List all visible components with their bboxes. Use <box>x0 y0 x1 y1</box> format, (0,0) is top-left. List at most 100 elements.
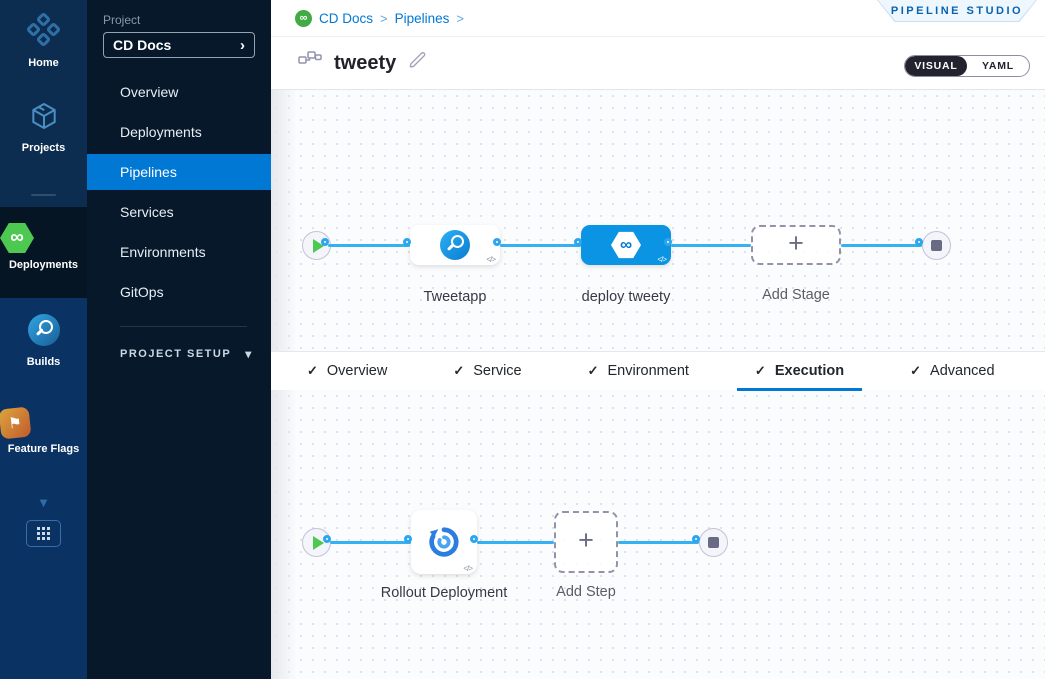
deploy-stage-icon: ∞ <box>611 231 641 259</box>
tab-advanced[interactable]: ✓ Advanced <box>904 352 1000 391</box>
connection-point[interactable] <box>404 535 412 543</box>
sidebar-divider <box>120 326 247 327</box>
pipeline-studio-badge: PIPELINE STUDIO <box>878 0 1036 21</box>
project-sidebar: Project CD Docs › Overview Deployments P… <box>87 0 271 679</box>
module-label: Deployments <box>0 259 87 271</box>
tab-label: Advanced <box>930 363 995 379</box>
sidebar-item-deployments[interactable]: Deployments <box>87 112 271 152</box>
build-stage-icon <box>440 230 470 260</box>
chevron-right-icon: › <box>240 37 245 54</box>
check-icon: ✓ <box>755 363 766 379</box>
connector-line <box>477 541 554 544</box>
connection-point[interactable] <box>574 238 582 246</box>
view-toggle: VISUAL YAML <box>904 55 1030 77</box>
connection-point[interactable] <box>403 238 411 246</box>
stage-label: deploy tweety <box>561 287 691 308</box>
main-area: ∞ CD Docs > Pipelines > PIPELINE STUDIO … <box>271 0 1045 679</box>
edit-pencil-icon[interactable] <box>408 51 427 75</box>
module-label: Feature Flags <box>0 443 87 455</box>
tab-service[interactable]: ✓ Service <box>447 352 527 391</box>
pipeline-name: tweety <box>334 52 396 75</box>
code-icon: </> <box>486 255 495 264</box>
end-node <box>922 231 951 260</box>
stage-node-tweetapp[interactable]: </> <box>410 225 500 265</box>
connection-point[interactable] <box>470 535 478 543</box>
deployments-icon: ∞ <box>0 222 34 254</box>
tab-environment[interactable]: ✓ Environment <box>582 352 695 391</box>
connection-point[interactable] <box>915 238 923 246</box>
stage-label: Tweetapp <box>390 287 520 308</box>
rail-more-modules-caret[interactable]: ▼ <box>0 495 87 510</box>
plus-icon: + <box>578 527 594 554</box>
check-icon: ✓ <box>307 363 318 379</box>
cd-module-icon: ∞ <box>295 10 312 27</box>
project-setup-label: PROJECT SETUP <box>120 348 231 360</box>
project-setup-section[interactable]: PROJECT SETUP ▾ <box>120 347 251 361</box>
sidebar-item-environments[interactable]: Environments <box>87 232 271 272</box>
module-label: Builds <box>0 356 87 368</box>
module-projects[interactable]: Projects <box>0 100 87 154</box>
chevron-down-icon: ▾ <box>245 347 251 361</box>
end-node <box>699 528 728 557</box>
execution-canvas[interactable]: </> + Rollout Deployment Add Step <box>271 390 1045 679</box>
add-step-button[interactable]: + <box>554 511 618 573</box>
rail-divider <box>31 194 56 196</box>
module-feature-flags[interactable]: ⚑ Feature Flags <box>0 408 87 455</box>
projects-icon <box>28 100 60 132</box>
project-selector-value: CD Docs <box>113 37 240 53</box>
module-label: Projects <box>0 142 87 154</box>
tab-label: Execution <box>775 363 844 379</box>
visual-toggle-button[interactable]: VISUAL <box>905 56 967 76</box>
pipeline-icon <box>298 51 322 76</box>
breadcrumb-separator: > <box>380 11 388 26</box>
breadcrumb-pipelines-link[interactable]: Pipelines <box>395 11 450 26</box>
sidebar-item-overview[interactable]: Overview <box>87 72 271 112</box>
connector-line <box>671 244 751 247</box>
sidebar-item-gitops[interactable]: GitOps <box>87 272 271 312</box>
tab-label: Service <box>473 363 521 379</box>
home-icon <box>27 13 61 47</box>
module-deployments[interactable]: ∞ Deployments <box>0 222 87 271</box>
code-icon: </> <box>657 255 666 264</box>
connection-point[interactable] <box>493 238 501 246</box>
pipeline-studio-badge-border: PIPELINE STUDIO <box>877 0 1037 22</box>
code-icon: </> <box>463 564 472 573</box>
module-label: Home <box>0 57 87 69</box>
module-rail: Home Projects ∞ Deployments Builds ⚑ Fea… <box>0 0 87 679</box>
add-stage-label: Add Stage <box>731 285 861 306</box>
yaml-toggle-button[interactable]: YAML <box>967 56 1029 76</box>
stop-icon <box>931 240 942 251</box>
grid-icon <box>37 527 50 540</box>
all-modules-button[interactable] <box>26 520 61 547</box>
connection-point[interactable] <box>692 535 700 543</box>
check-icon: ✓ <box>910 363 921 379</box>
module-builds[interactable]: Builds <box>0 314 87 368</box>
breadcrumb-project-link[interactable]: CD Docs <box>319 11 373 26</box>
tab-label: Environment <box>608 363 689 379</box>
tab-overview[interactable]: ✓ Overview <box>301 352 393 391</box>
sidebar-item-pipelines[interactable]: Pipelines <box>87 154 271 190</box>
pipeline-studio-page: Home Projects ∞ Deployments Builds ⚑ Fea… <box>0 0 1045 679</box>
tab-execution[interactable]: ✓ Execution <box>749 352 850 391</box>
stage-node-deploy-tweety[interactable]: ∞ </> <box>581 225 671 265</box>
breadcrumb-separator: > <box>456 11 464 26</box>
sidebar-item-services[interactable]: Services <box>87 192 271 232</box>
tab-label: Overview <box>327 363 387 379</box>
connection-point[interactable] <box>323 535 331 543</box>
check-icon: ✓ <box>588 363 599 379</box>
builds-icon <box>28 314 60 346</box>
stage-canvas[interactable]: </> ∞ </> + Tweetapp deploy tweety Add S… <box>271 90 1045 351</box>
connection-point[interactable] <box>321 238 329 246</box>
rollout-step-icon <box>427 525 461 559</box>
connector-line <box>328 244 410 247</box>
step-node-rollout-deployment[interactable]: </> <box>411 510 477 574</box>
connection-point[interactable] <box>664 238 672 246</box>
step-label: Rollout Deployment <box>379 583 509 604</box>
project-selector[interactable]: CD Docs › <box>103 32 255 58</box>
project-label: Project <box>103 13 140 27</box>
add-step-label: Add Step <box>521 582 651 603</box>
connector-line <box>330 541 411 544</box>
module-home[interactable]: Home <box>0 13 87 69</box>
add-stage-button[interactable]: + <box>751 225 841 265</box>
connector-line <box>618 541 699 544</box>
